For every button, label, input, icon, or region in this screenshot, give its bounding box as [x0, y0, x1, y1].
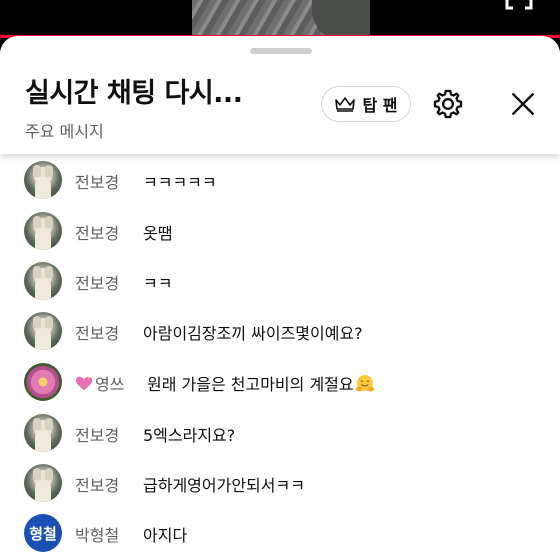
close-icon — [512, 93, 534, 115]
top-fan-button[interactable]: 탑 팬 — [321, 86, 411, 122]
chat-header: 실시간 채팅 다시... 주요 메시지 탑 팬 — [0, 36, 560, 154]
message-author[interactable]: 전보경 — [75, 320, 119, 344]
avatar[interactable] — [24, 363, 62, 401]
fullscreen-icon[interactable] — [505, 0, 533, 10]
gear-icon — [433, 89, 463, 119]
message-author-wrap[interactable]: 영쓰 — [75, 371, 124, 395]
chat-message[interactable]: 영쓰 원래 가을은 천고마비의 계절요 — [0, 357, 560, 407]
message-text: 아람이김장조끼 싸이즈몇이예요? — [143, 324, 363, 343]
message-text: ㅋㅋㅋㅋㅋ — [143, 173, 217, 192]
message-author[interactable]: 전보경 — [75, 220, 119, 244]
avatar[interactable]: 형철 — [24, 514, 62, 552]
chat-title[interactable]: 실시간 채팅 다시... — [25, 71, 243, 110]
avatar[interactable] — [24, 312, 62, 350]
message-text: 5엑스라지요? — [143, 426, 236, 445]
crown-icon — [335, 97, 356, 112]
settings-button[interactable] — [428, 84, 468, 124]
drag-handle[interactable] — [250, 48, 312, 54]
avatar[interactable] — [24, 262, 62, 300]
close-button[interactable] — [503, 84, 543, 124]
video-frame — [192, 0, 370, 40]
message-text: ㅋㅋ — [143, 274, 173, 293]
message-text: 옷땜 — [143, 224, 173, 243]
chat-message[interactable]: 전보경 ㅋㅋ — [0, 256, 560, 306]
chat-message[interactable]: 전보경 ㅋㅋㅋㅋㅋ — [0, 155, 560, 205]
message-text: 원래 가을은 천고마비의 계절요 — [147, 375, 354, 394]
chat-message[interactable]: 전보경 급하게영어가안되서ㅋㅋ — [0, 458, 560, 508]
message-author[interactable]: 박형철 — [75, 522, 119, 546]
message-text: 아지다 — [143, 526, 188, 545]
chat-message-list[interactable]: 전보경 ㅋㅋㅋㅋㅋ 전보경 옷땜 전보경 ㅋㅋ 전보경 아람이김장조끼 싸이즈몇… — [0, 154, 560, 560]
avatar[interactable] — [24, 161, 62, 199]
message-author[interactable]: 전보경 — [75, 169, 119, 193]
message-text-wrap: 원래 가을은 천고마비의 계절요 — [147, 371, 375, 395]
message-author[interactable]: 영쓰 — [95, 375, 124, 394]
message-author[interactable]: 전보경 — [75, 422, 119, 446]
avatar[interactable] — [24, 414, 62, 452]
message-text: 급하게영어가안되서ㅋㅋ — [143, 476, 305, 495]
top-fan-label: 탑 팬 — [362, 96, 398, 115]
chat-message[interactable]: 전보경 아람이김장조끼 싸이즈몇이예요? — [0, 306, 560, 356]
avatar[interactable] — [24, 212, 62, 250]
message-author[interactable]: 전보경 — [75, 270, 119, 294]
live-chat-sheet: 실시간 채팅 다시... 주요 메시지 탑 팬 전보경 ㅋㅋㅋㅋㅋ 전보경 옷땜… — [0, 36, 560, 560]
chat-message[interactable]: 전보경 5엑스라지요? — [0, 408, 560, 458]
chat-message[interactable]: 형철 박형철 아지다 — [0, 508, 560, 558]
video-player[interactable] — [0, 0, 560, 40]
chat-message[interactable]: 전보경 옷땜 — [0, 206, 560, 256]
chat-mode-label[interactable]: 주요 메시지 — [25, 118, 104, 142]
message-author[interactable]: 전보경 — [75, 472, 119, 496]
avatar[interactable] — [24, 464, 62, 502]
hugging-face-icon — [355, 375, 374, 392]
sparkling-heart-icon — [75, 375, 93, 391]
